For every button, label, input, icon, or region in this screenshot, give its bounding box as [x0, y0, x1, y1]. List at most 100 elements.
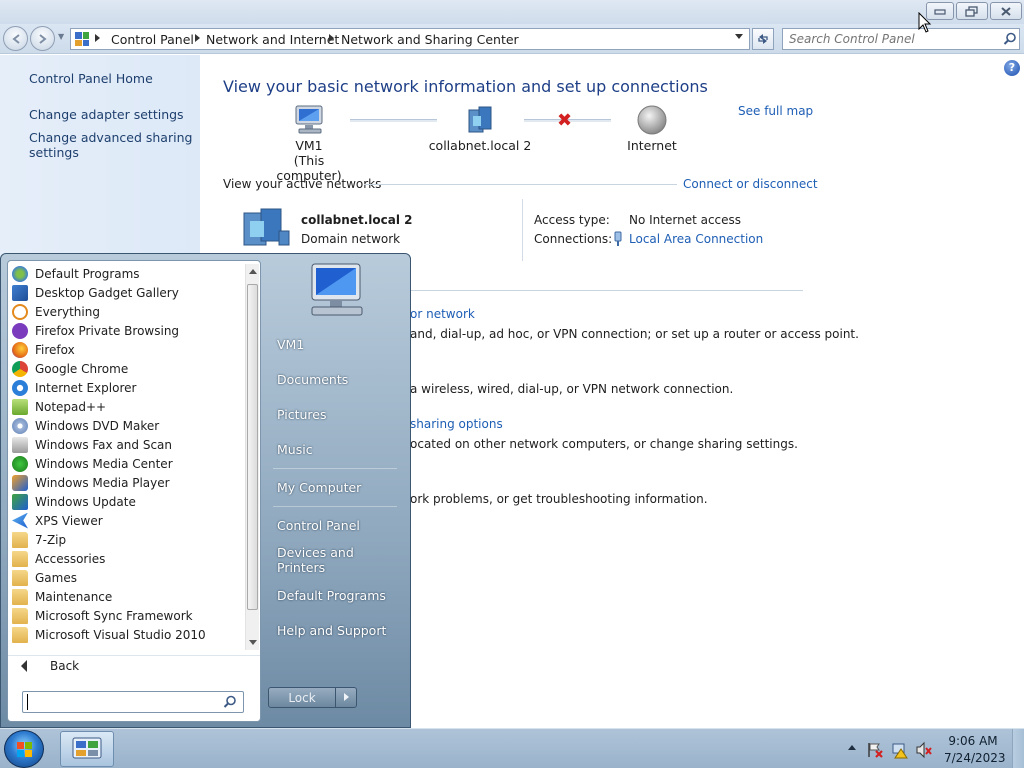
fax-scan-icon	[12, 436, 28, 453]
program-item[interactable]: Windows Fax and Scan	[12, 435, 244, 454]
address-bar[interactable]: Control Panel Network and Internet Netwo…	[70, 28, 750, 50]
start-control-panel[interactable]: Control Panel	[267, 511, 403, 539]
program-label: Windows Fax and Scan	[35, 437, 173, 452]
network-warning-icon[interactable]	[891, 741, 909, 759]
program-item[interactable]: Microsoft Sync Framework	[12, 606, 244, 625]
program-item[interactable]: Default Programs	[12, 264, 244, 283]
program-label: Microsoft Visual Studio 2010	[35, 627, 206, 642]
breadcrumb-separator-icon[interactable]	[329, 34, 334, 42]
map-node-network[interactable]: collabnet.local 2	[428, 104, 532, 153]
program-item[interactable]: Windows Media Center	[12, 454, 244, 473]
sharing-options-link[interactable]: sharing options	[410, 417, 503, 431]
program-item[interactable]: Notepad++	[12, 397, 244, 416]
start-help-and-support[interactable]: Help and Support	[267, 616, 403, 644]
setup-connection-link[interactable]: or network	[410, 307, 475, 321]
control-panel-icon	[72, 737, 102, 759]
program-item[interactable]: Windows Update	[12, 492, 244, 511]
start-search-box[interactable]	[22, 691, 244, 713]
help-icon[interactable]: ?	[1004, 60, 1020, 76]
start-search-input[interactable]	[27, 694, 217, 710]
address-history-dropdown[interactable]	[735, 34, 743, 39]
network-name[interactable]: collabnet.local 2	[301, 213, 412, 227]
speaker-muted-icon[interactable]	[915, 741, 933, 759]
search-icon[interactable]	[1003, 32, 1017, 46]
show-desktop-button[interactable]	[1012, 729, 1024, 768]
network-map-label: collabnet.local 2	[428, 138, 532, 153]
program-item[interactable]: Google Chrome	[12, 359, 244, 378]
program-item[interactable]: Accessories	[12, 549, 244, 568]
close-button[interactable]	[990, 2, 1022, 20]
program-item[interactable]: Windows DVD Maker	[12, 416, 244, 435]
shutdown-options-button[interactable]	[335, 687, 357, 708]
program-label: Desktop Gadget Gallery	[35, 285, 179, 300]
clock-time[interactable]: 9:06 AM	[944, 734, 1002, 748]
program-label: Windows Update	[35, 494, 136, 509]
chevron-right-icon	[344, 693, 349, 701]
folder-icon	[12, 588, 28, 605]
programs-scrollbar[interactable]	[245, 264, 259, 650]
back-arrow-icon	[11, 33, 20, 44]
breadcrumb-network-and-internet[interactable]: Network and Internet	[206, 32, 339, 47]
breadcrumb-separator-icon[interactable]	[95, 34, 100, 42]
recent-pages-dropdown[interactable]: ▼	[58, 32, 64, 41]
program-item[interactable]: Everything	[12, 302, 244, 321]
scroll-up-arrow-icon[interactable]	[249, 269, 257, 274]
breadcrumb-network-and-sharing-center[interactable]: Network and Sharing Center	[341, 32, 519, 47]
domain-network-icon[interactable]	[241, 207, 291, 247]
map-node-internet[interactable]: Internet	[614, 104, 690, 153]
start-right-separator	[273, 506, 397, 507]
breadcrumb-control-panel[interactable]: Control Panel	[111, 32, 194, 47]
folder-icon	[12, 607, 28, 624]
back-button[interactable]: Back	[8, 655, 260, 677]
connect-network-description: a wireless, wired, dial-up, or VPN netwo…	[410, 382, 734, 396]
back-button[interactable]	[3, 26, 28, 51]
forward-button[interactable]	[30, 26, 55, 51]
search-icon[interactable]	[223, 695, 237, 709]
scrollbar-thumb[interactable]	[247, 284, 258, 610]
start-button[interactable]	[4, 730, 44, 768]
program-item[interactable]: XPS Viewer	[12, 511, 244, 530]
control-panel-home-link[interactable]: Control Panel Home	[29, 71, 153, 86]
search-input[interactable]	[789, 31, 994, 47]
program-label: Games	[35, 570, 77, 585]
breadcrumb-separator-icon[interactable]	[195, 34, 200, 42]
program-item[interactable]: 7-Zip	[12, 530, 244, 549]
clock-date[interactable]: 7/24/2023	[944, 751, 1006, 765]
network-category-link[interactable]: Domain network	[301, 232, 400, 246]
program-item[interactable]: Desktop Gadget Gallery	[12, 283, 244, 302]
change-advanced-sharing-settings-link[interactable]: Change advanced sharing settings	[29, 130, 192, 160]
close-icon	[1001, 6, 1011, 16]
taskbar-control-panel-button[interactable]	[60, 731, 114, 767]
start-music[interactable]: Music	[267, 435, 403, 463]
internet-label: Internet	[627, 138, 677, 153]
start-default-programs[interactable]: Default Programs	[267, 581, 403, 609]
start-devices-and-printers[interactable]: Devices and Printers	[267, 545, 403, 575]
change-adapter-settings-link[interactable]: Change adapter settings	[29, 107, 184, 122]
program-item[interactable]: Microsoft Visual Studio 2010	[12, 625, 244, 644]
program-item[interactable]: Maintenance	[12, 587, 244, 606]
search-box[interactable]	[782, 28, 1020, 50]
active-networks-heading: View your active networks	[223, 177, 382, 191]
refresh-button[interactable]	[752, 28, 774, 50]
see-full-map-link[interactable]: See full map	[738, 104, 813, 118]
local-area-connection-link[interactable]: Local Area Connection	[629, 232, 763, 246]
minimize-icon	[934, 9, 946, 15]
start-my-computer[interactable]: My Computer	[267, 473, 403, 501]
program-item[interactable]: Internet Explorer	[12, 378, 244, 397]
program-item[interactable]: Firefox Private Browsing	[12, 321, 244, 340]
restore-button[interactable]	[956, 2, 988, 20]
start-pictures[interactable]: Pictures	[267, 400, 403, 428]
program-item[interactable]: Windows Media Player	[12, 473, 244, 492]
action-center-flag-icon[interactable]	[866, 741, 884, 759]
start-user-vm1[interactable]: VM1	[267, 330, 403, 358]
no-connection-x-icon: ✖	[557, 110, 573, 131]
start-right-separator	[273, 468, 397, 469]
program-item[interactable]: Games	[12, 568, 244, 587]
program-item[interactable]: Firefox	[12, 340, 244, 359]
start-documents[interactable]: Documents	[267, 365, 403, 393]
map-node-this-computer[interactable]: VM1 (This computer)	[262, 104, 356, 183]
scroll-down-arrow-icon[interactable]	[249, 640, 257, 645]
connect-or-disconnect-link[interactable]: Connect or disconnect	[683, 177, 818, 191]
show-hidden-icons-button[interactable]	[848, 745, 856, 750]
lock-button[interactable]: Lock	[268, 687, 336, 708]
